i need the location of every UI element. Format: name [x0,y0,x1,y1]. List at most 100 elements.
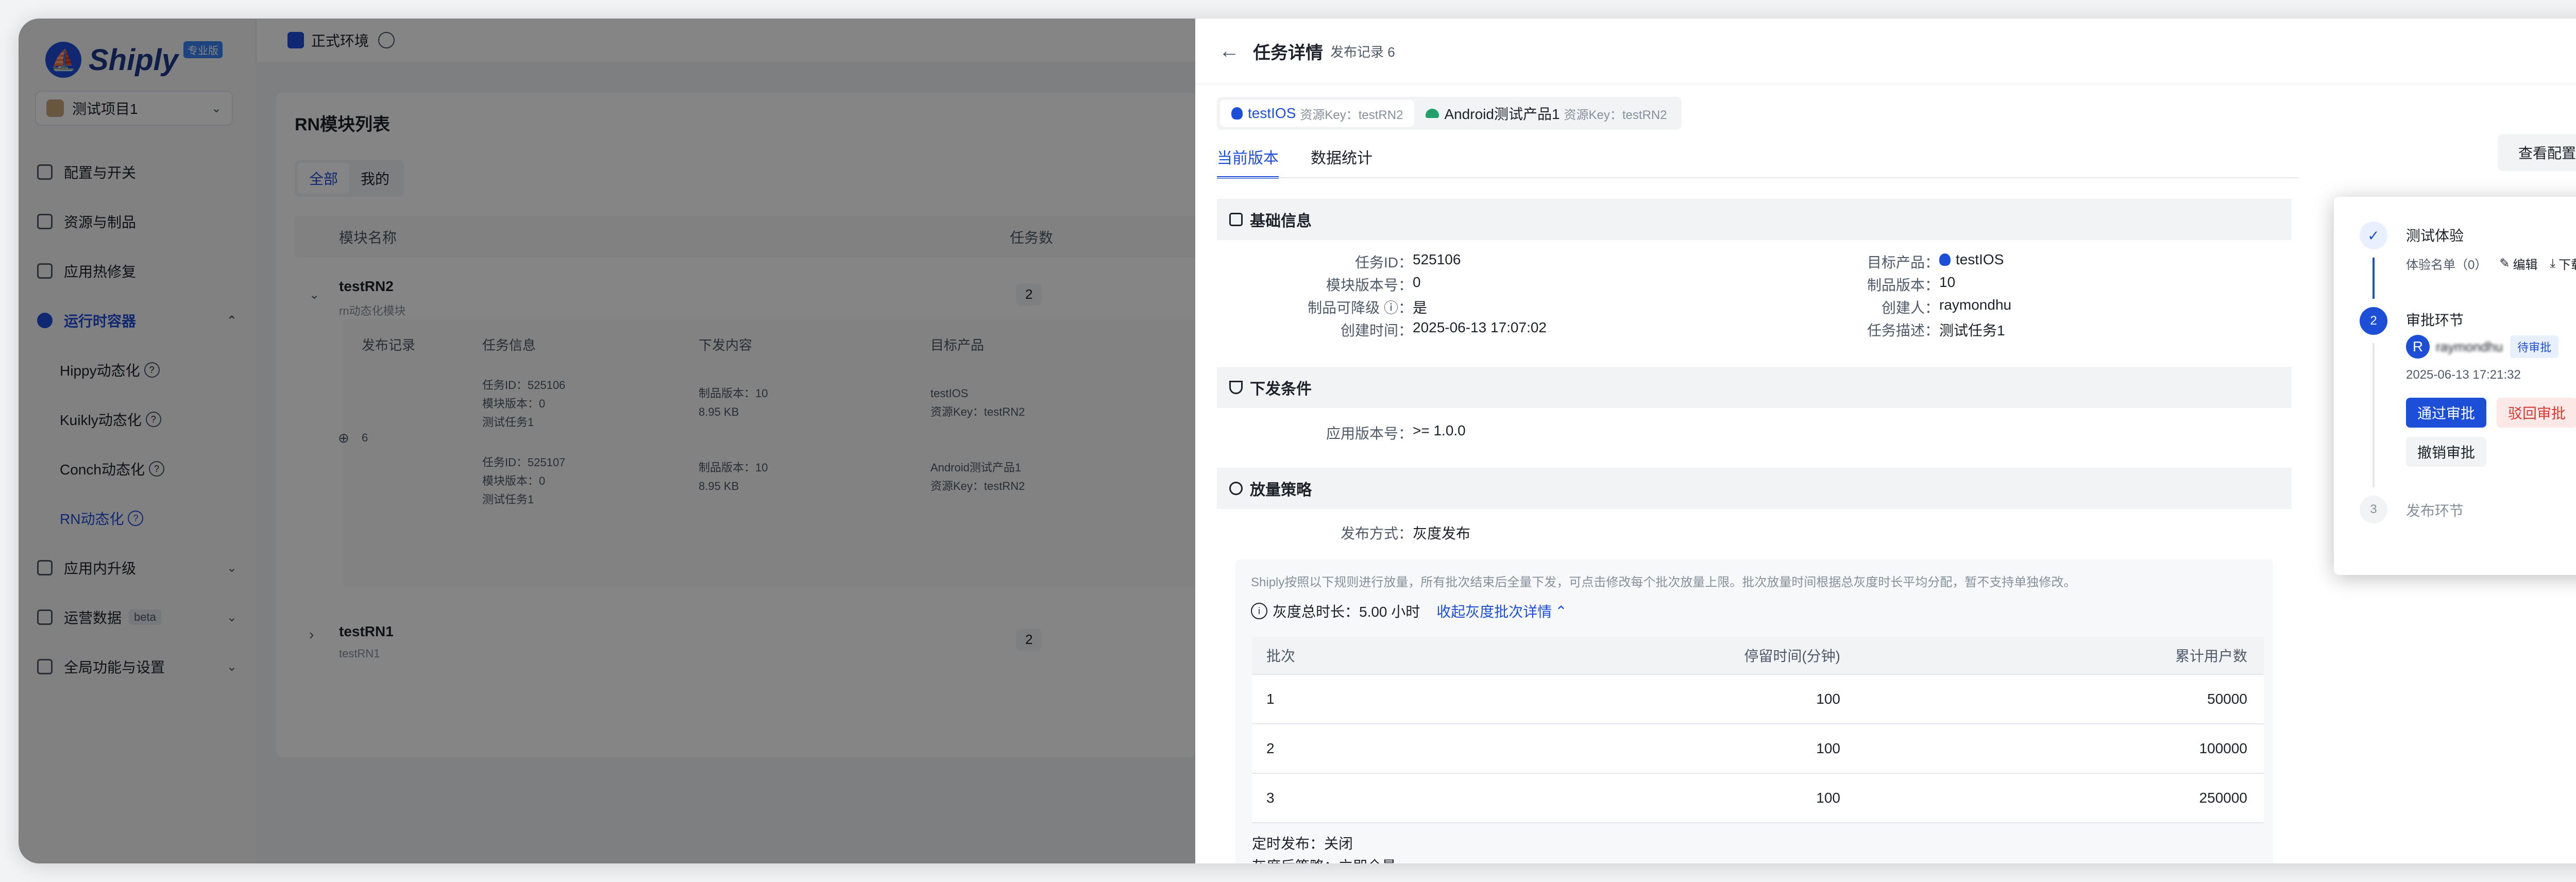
cell-batch: 1 [1266,691,1275,707]
cell-stay-time: 100 [1816,740,1840,756]
col-users: 累计用户数 [2175,648,2247,664]
kv-label: 创建人： [1881,300,1939,316]
cell-batch: 2 [1266,740,1275,756]
step-title: 测试体验 [2406,228,2464,244]
product-name: Android测试产品1 [1444,106,1560,122]
kv-label: 目标产品： [1867,255,1939,270]
kv-app-version: 应用版本号： >= 1.0.0 [1217,422,1466,443]
collapse-batches-link[interactable]: 收起灰度批次详情 [1436,601,1552,621]
app-background: ⛵ Shiply 专业版 测试项目1 ⌄ 配置与开关 资源与制品 应用热修复 运… [19,19,1195,863]
kv-target-product: 目标产品： testIOS [1762,251,2004,272]
back-arrow-icon[interactable]: ← [1219,40,1240,63]
table-row: 2 100 100000 [1252,724,2264,774]
strategy-note: Shiply按照以下规则进行放量，所有批次结束后全量下发，可点击修改每个批次放量… [1251,575,2076,589]
kv-label-text: 制品可降级 [1308,300,1380,316]
kv-label: 发布方式： [1340,525,1413,541]
kv-label: 任务描述： [1867,323,1939,338]
step1-actions: 体验名单（0） ✎ 编辑 ⤓ 下载 [2406,255,2576,273]
cell-users: 250000 [2199,790,2247,806]
resource-key: 资源Key：testRN2 [1300,108,1403,122]
kv-creator: 创建人： raymondhu [1762,297,2011,317]
apple-icon [1939,253,1951,266]
cell-users: 50000 [2207,691,2247,707]
drawer-subtitle: 发布记录 6 [1330,44,1395,60]
edit-button[interactable]: 编辑 [2513,255,2537,273]
table-row: 3 100 250000 [1252,774,2264,823]
gray-duration: i 灰度总时长：5.00 小时 收起灰度批次详情 ⌃ [1251,601,1567,621]
col-stay-time: 停留时间(分钟) [1744,648,1840,664]
kv-release-mode: 发布方式： 灰度发布 [1217,522,1470,543]
approve-button[interactable]: 通过审批 [2406,398,2487,428]
android-icon [1426,109,1439,118]
product-name: testIOS [1248,105,1296,121]
step-title: 发布环节 [2406,503,2464,519]
view-config-button[interactable]: 查看配置信息 [2497,134,2576,171]
cell-users: 100000 [2199,740,2247,756]
info-icon: i [1251,603,1267,619]
download-icon[interactable]: ⤓ [2550,257,2555,271]
cell-batch: 3 [1266,790,1275,806]
tab-current-version[interactable]: 当前版本 [1217,137,1279,179]
tab-product-ios[interactable]: testIOS 资源Key：testRN2 [1220,100,1415,127]
section-title: 下发条件 [1250,381,1312,398]
status-badge: 待审批 [2510,335,2559,358]
tabs-divider [1217,177,2299,178]
share-icon [1229,482,1243,495]
window: ⛵ Shiply 专业版 测试项目1 ⌄ 配置与开关 资源与制品 应用热修复 运… [19,19,2576,863]
kv-task-desc: 任务描述： 测试任务1 [1762,319,2005,340]
kv-value: 525106 [1413,251,1461,267]
download-button[interactable]: 下载 [2558,255,2576,273]
step-number: 2 [2360,307,2387,335]
kv-value: 灰度发布 [1413,525,1471,541]
resource-key: 资源Key：testRN2 [1564,108,1667,122]
duration-text: 灰度总时长：5.00 小时 [1273,604,1420,620]
kv-product-version: 制品版本： 10 [1762,274,1955,295]
gray-release-box: Shiply按照以下规则进行放量，所有批次结束后全量下发，可点击修改每个批次放量… [1235,559,2273,863]
experience-list-count: 体验名单（0） [2406,258,2487,272]
kv-value: testIOS [1956,251,2004,267]
kv-label: 任务ID： [1354,255,1413,270]
kv-value: 2025-06-13 17:07:02 [1413,319,1547,335]
step-connector [2372,343,2375,487]
kv-label: 制品可降级 ⓘ： [1308,300,1413,316]
section-strategy: 放量策略 [1217,468,2292,509]
cell-stay-time: 100 [1816,691,1840,707]
table-row: 1 100 50000 [1252,675,2264,724]
timed-release: 定时发布：关闭 [1252,836,1353,852]
step-done-icon: ✓ [2360,222,2387,249]
after-gray-strategy: 灰度后策略：立即全量 [1252,855,1396,863]
step-connector [2372,258,2375,299]
drawer-header: ← 任务详情 发布记录 6 [1195,19,2576,84]
approval-card: ✓ 测试体验 体验名单（0） ✎ 编辑 ⤓ 下载 2 审批环节 R raymon… [2334,197,2576,575]
tab-statistics[interactable]: 数据统计 [1311,137,1372,179]
reject-button[interactable]: 驳回审批 [2497,398,2576,428]
tab-product-android[interactable]: Android测试产品1 资源Key：testRN2 [1414,100,1678,127]
kv-label: 制品版本： [1867,277,1939,293]
filter-icon [1229,381,1243,394]
kv-value: 10 [1939,274,1956,290]
table-header: 批次 停留时间(分钟) 累计用户数 [1252,637,2264,675]
modal-overlay[interactable] [19,19,1195,863]
kv-label: 创建时间： [1340,323,1413,338]
chevron-up-icon[interactable]: ⌃ [1555,603,1567,620]
kv-task-id: 任务ID： 525106 [1217,251,1461,272]
step-number: 3 [2360,496,2387,523]
kv-created-time: 创建时间： 2025-06-13 17:07:02 [1217,319,1547,340]
product-tabs: testIOS 资源Key：testRN2 Android测试产品1 资源Key… [1217,97,1682,130]
document-icon [1229,213,1243,226]
kv-value: 0 [1413,274,1421,290]
col-batch: 批次 [1266,648,1296,664]
section-title: 放量策略 [1250,482,1312,499]
kv-value: >= 1.0.0 [1413,422,1466,438]
info-icon[interactable]: ⓘ [1384,300,1398,316]
kv-label: 应用版本号： [1326,426,1413,442]
edit-icon[interactable]: ✎ [2499,256,2510,271]
kv-value: 是 [1413,300,1428,316]
kv-module-version: 模块版本号： 0 [1217,274,1421,295]
detail-tabs: 当前版本 数据统计 [1217,137,1404,179]
section-basic-info: 基础信息 [1217,199,2292,240]
avatar: R [2406,335,2430,359]
drawer-title: 任务详情 [1253,43,1323,63]
revoke-button[interactable]: 撤销审批 [2406,437,2487,467]
kv-label: 模块版本号： [1326,277,1413,293]
